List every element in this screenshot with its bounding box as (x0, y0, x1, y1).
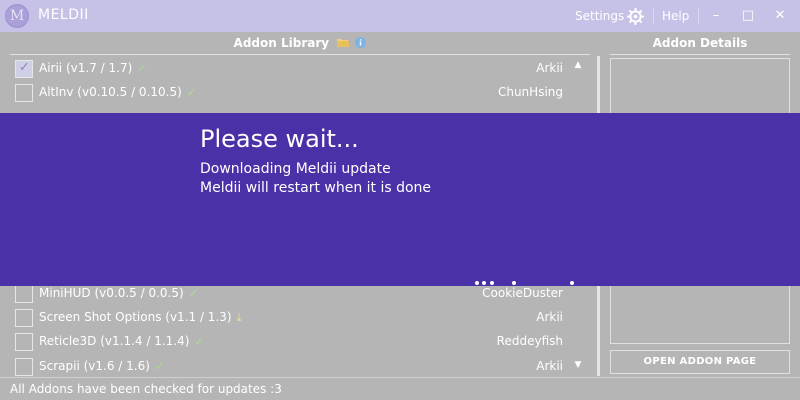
titlebar-separator (698, 8, 699, 24)
addon-author: Arkii (536, 310, 563, 324)
maximize-button[interactable]: □ (740, 8, 756, 24)
check-icon: ✓ (188, 287, 198, 300)
addon-name: Reticle3D (v1.1.4 / 1.1.4) ✓ (39, 334, 204, 348)
app-logo: M (5, 4, 29, 28)
title-bar[interactable]: M MELDII Settings Help – □ ✕ (0, 0, 800, 32)
library-heading: Addon Library (10, 36, 590, 51)
close-button[interactable]: ✕ (772, 8, 788, 24)
details-heading: Addon Details (652, 36, 748, 50)
addon-author: Arkii (536, 61, 563, 75)
library-heading-label: Addon Library (233, 36, 330, 50)
addon-author: ChunHsing (497, 85, 563, 99)
addon-checkbox[interactable] (15, 309, 33, 327)
addon-author: Arkii (536, 359, 563, 373)
overlay-message-line-2: Meldii will restart when it is done (200, 180, 432, 196)
addon-author: Reddeyfish (496, 334, 563, 348)
settings-link[interactable]: Settings (575, 9, 624, 23)
check-icon: ✓ (186, 86, 196, 99)
folder-icon[interactable] (337, 37, 350, 51)
titlebar-separator (653, 8, 654, 24)
addon-name: Scrapii (v1.6 / 1.6) ✓ (39, 359, 165, 373)
status-text: All Addons have been checked for updates… (10, 382, 282, 396)
open-addon-page-button[interactable]: OPEN ADDON PAGE (610, 350, 790, 374)
details-heading-rule (610, 54, 790, 55)
addon-row[interactable]: AltInv (v0.10.5 / 0.10.5) ✓ ChunHsing (15, 82, 565, 104)
addon-checkbox[interactable] (15, 333, 33, 351)
scroll-down-arrow-icon[interactable]: ▼ (572, 360, 584, 370)
download-icon[interactable]: ⤓ (237, 311, 242, 324)
addon-row[interactable]: Reticle3D (v1.1.4 / 1.1.4) ✓ Reddeyfish (15, 331, 565, 353)
addon-row[interactable]: Airii (v1.7 / 1.7)✓ Arkii (15, 58, 565, 80)
addon-name: Airii (v1.7 / 1.7) ✓ (39, 61, 147, 75)
overlay-title: Please wait... (200, 125, 359, 153)
scroll-up-arrow-icon[interactable]: ▲ (572, 60, 584, 70)
help-link[interactable]: Help (662, 9, 689, 23)
addon-author: CookieDuster (482, 286, 563, 300)
loading-dots-icon (470, 281, 590, 287)
app-title: MELDII (38, 7, 89, 23)
addon-row[interactable]: Scrapii (v1.6 / 1.6) ✓ Arkii (15, 356, 565, 378)
check-icon: ✓ (137, 62, 147, 75)
addon-checkbox[interactable] (15, 358, 33, 376)
addon-row[interactable]: Screen Shot Options (v1.1 / 1.3) ⤓ Arkii (15, 307, 565, 329)
check-icon: ✓ (154, 360, 165, 373)
addon-name: Screen Shot Options (v1.1 / 1.3) ⤓ (39, 310, 242, 324)
addon-checkbox[interactable] (15, 84, 33, 102)
addon-checkbox[interactable] (15, 285, 33, 303)
minimize-button[interactable]: – (708, 8, 724, 24)
gear-icon[interactable] (626, 7, 645, 29)
library-heading-rule (10, 54, 590, 55)
overlay-message-line-1: Downloading Meldii update (200, 161, 391, 177)
info-icon[interactable] (355, 37, 367, 51)
addon-checkbox[interactable] (15, 60, 33, 78)
status-bar: All Addons have been checked for updates… (0, 377, 800, 400)
check-icon: ✓ (194, 335, 204, 348)
addon-name: MiniHUD (v0.0.5 / 0.0.5) ✓ (39, 286, 198, 300)
addon-name: AltInv (v0.10.5 / 0.10.5) ✓ (39, 85, 196, 99)
update-overlay: Please wait... Downloading Meldii update… (0, 113, 800, 286)
